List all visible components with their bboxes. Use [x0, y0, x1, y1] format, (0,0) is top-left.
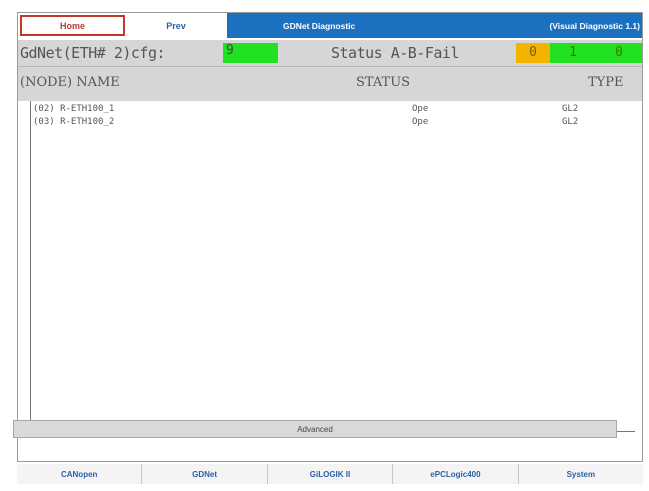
node-status: Ope [412, 104, 429, 114]
page-subtitle: (Visual Diagnostic 1.1) [549, 20, 640, 31]
top-nav: Home Prev GDNet Diagnostic (Visual Diagn… [18, 13, 642, 38]
column-node-name: (NODE) NAME [20, 75, 120, 90]
column-type: TYPE [588, 75, 624, 90]
prev-button[interactable]: Prev [125, 13, 227, 38]
column-status: STATUS [356, 75, 411, 90]
diagnostic-window: Home Prev GDNet Diagnostic (Visual Diagn… [17, 12, 643, 462]
status-label: Status A-B-Fail [331, 44, 459, 62]
node-type: GL2 [562, 104, 579, 114]
status-count-fail: 0 [596, 43, 642, 63]
tab-gilogik[interactable]: GiLOGIK II [268, 464, 394, 484]
status-count-b: 1 [550, 43, 596, 63]
advanced-button[interactable]: Advanced [13, 420, 617, 438]
node-type: GL2 [562, 117, 579, 127]
node-name: (03) R-ETH100_2 [33, 117, 115, 127]
column-header: (NODE) NAME STATUS TYPE [18, 67, 642, 101]
list-item[interactable]: (03) R-ETH100_2 Ope GL2 [31, 117, 631, 129]
tab-canopen[interactable]: CANopen [17, 464, 143, 484]
tab-epclogic400[interactable]: ePCLogic400 [393, 464, 519, 484]
list-item[interactable]: (02) R-ETH100_1 Ope GL2 [31, 104, 631, 116]
config-row: GdNet(ETH# 2)cfg: 9 Status A-B-Fail 0 1 … [18, 40, 642, 67]
status-count-a: 0 [516, 43, 550, 63]
tab-system[interactable]: System [519, 464, 643, 484]
config-label: GdNet(ETH# 2)cfg: [20, 44, 166, 62]
config-value: 9 [223, 43, 278, 63]
node-status: Ope [412, 117, 429, 127]
home-button[interactable]: Home [20, 15, 125, 36]
node-list[interactable]: (02) R-ETH100_1 Ope GL2 (03) R-ETH100_2 … [30, 101, 635, 432]
page-title: GDNet Diagnostic [283, 20, 356, 31]
bottom-tab-bar: CANopen GDNet GiLOGIK II ePCLogic400 Sys… [17, 464, 643, 484]
title-bar: GDNet Diagnostic (Visual Diagnostic 1.1) [227, 13, 642, 38]
tab-gdnet[interactable]: GDNet [142, 464, 268, 484]
node-name: (02) R-ETH100_1 [33, 104, 115, 114]
